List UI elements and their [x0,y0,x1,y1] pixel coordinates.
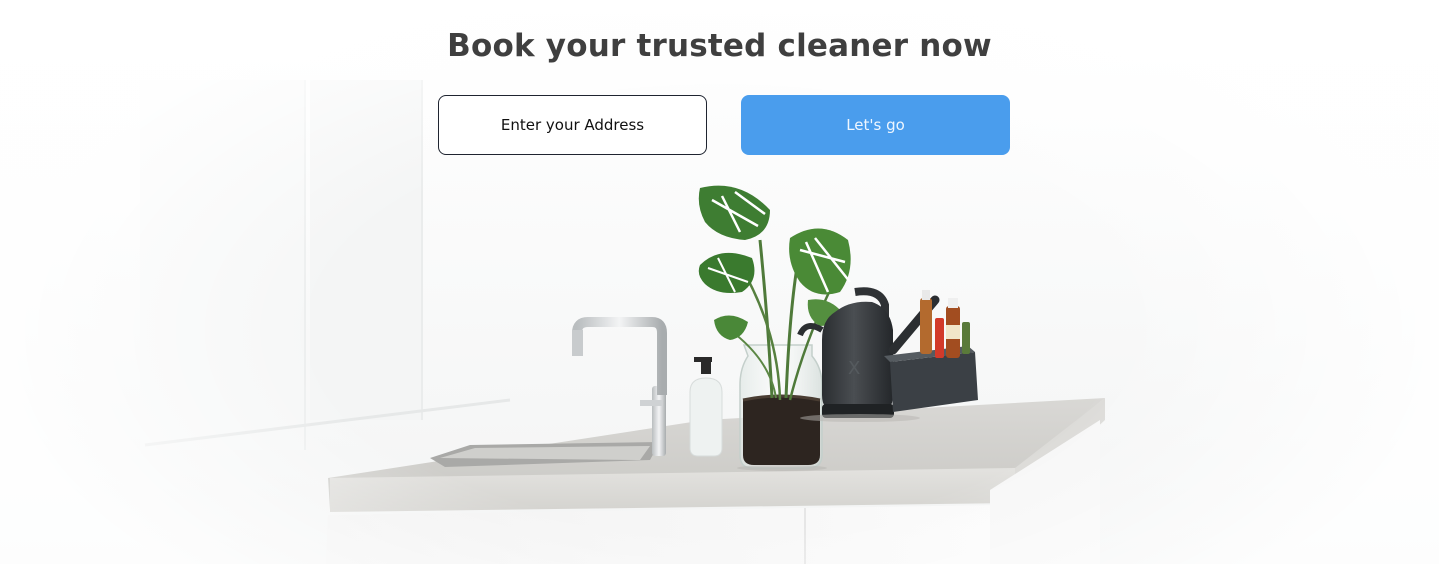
page-headline: Book your trusted cleaner now [447,28,992,64]
hero-background-image: X [0,0,1439,564]
lets-go-button[interactable]: Let's go [741,95,1010,155]
address-input[interactable] [438,95,707,155]
svg-text:X: X [848,358,860,379]
hero-section: X Book your trusted cleaner now Let's go [0,0,1439,564]
